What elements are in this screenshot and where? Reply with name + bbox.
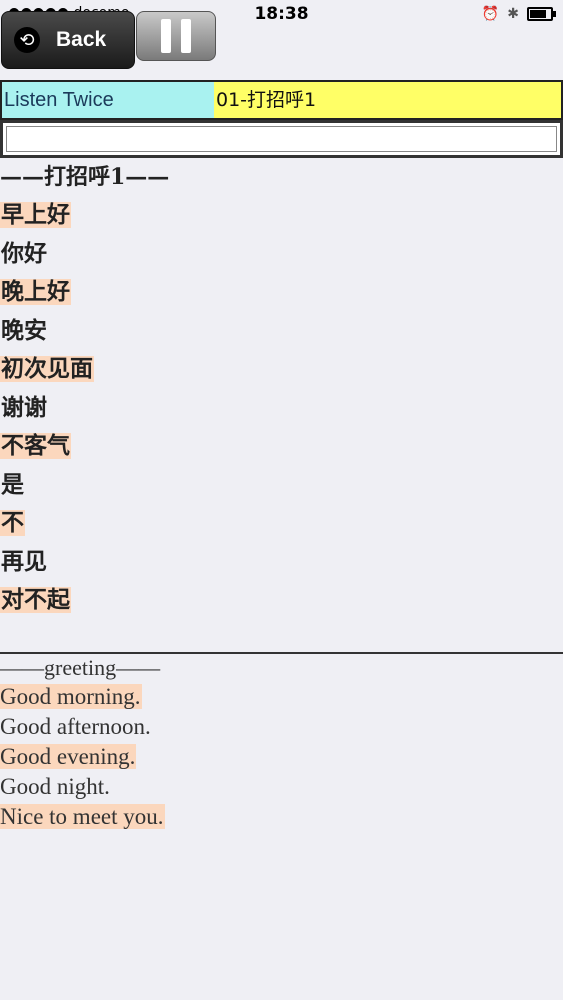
english-phrase-text: Nice to meet you.: [0, 804, 165, 829]
back-button[interactable]: ⟲ Back: [1, 11, 135, 69]
chinese-phrase-text: 你好: [1, 240, 47, 267]
chinese-phrase-text: 不: [0, 510, 25, 536]
chinese-phrase-text: 谢谢: [1, 394, 47, 421]
chinese-phrase-text: 晚安: [1, 317, 47, 344]
chinese-phrase-item[interactable]: 对不起: [0, 581, 563, 620]
back-circle-icon: ⟲: [14, 27, 40, 53]
english-phrase-text: Good evening.: [0, 744, 137, 769]
chinese-phrase-item[interactable]: 你好: [0, 235, 563, 274]
chinese-phrase-item[interactable]: 谢谢: [0, 389, 563, 428]
english-phrase-text: Good morning.: [0, 684, 142, 709]
bluetooth-icon: ✱: [507, 6, 519, 22]
chinese-phrase-item[interactable]: 初次见面: [0, 350, 563, 389]
alarm-icon: ⏰: [481, 6, 500, 22]
chinese-phrase-text: 再见: [1, 548, 47, 575]
pause-button[interactable]: [136, 11, 216, 61]
chinese-phrase-item[interactable]: 是: [0, 466, 563, 505]
chinese-phrase-item[interactable]: 晚上好: [0, 273, 563, 312]
pause-icon: [161, 19, 171, 53]
chinese-phrase-text: 不客气: [0, 433, 71, 459]
english-phrase-item[interactable]: Good morning.: [0, 682, 563, 712]
english-phrase-text: Good night.: [0, 774, 110, 799]
chinese-phrase-item[interactable]: 不: [0, 504, 563, 543]
back-button-label: Back: [56, 28, 107, 51]
mode-label[interactable]: Listen Twice: [2, 82, 214, 118]
mode-bar: Listen Twice 01-打招呼1: [0, 80, 563, 120]
chinese-phrase-item[interactable]: 不客气: [0, 427, 563, 466]
chinese-phrase-text: 晚上好: [0, 279, 71, 305]
chinese-phrase-text: 是: [1, 471, 24, 498]
english-phrase-text: Good afternoon.: [0, 714, 151, 739]
lesson-title[interactable]: 01-打招呼1: [214, 82, 561, 118]
chinese-phrase-text: 初次见面: [0, 356, 94, 382]
english-phrase-item[interactable]: Good evening.: [0, 742, 563, 772]
chinese-phrase-list: ——打招呼1—— 早上好你好晚上好晚安初次见面谢谢不客气是不再见对不起: [0, 160, 563, 620]
chinese-phrase-item[interactable]: 再见: [0, 543, 563, 582]
chinese-phrase-item[interactable]: 晚安: [0, 312, 563, 351]
english-phrase-list: ——greeting—— Good morning. Good afternoon…: [0, 654, 563, 832]
answer-input-field[interactable]: [6, 126, 557, 152]
chinese-phrase-text: 早上好: [0, 202, 71, 228]
english-phrase-item[interactable]: Nice to meet you.: [0, 802, 563, 832]
chinese-list-header: ——打招呼1——: [0, 164, 170, 190]
battery-icon: [527, 7, 556, 21]
english-phrase-item[interactable]: Good night.: [0, 772, 563, 802]
chinese-phrase-text: 对不起: [0, 587, 71, 613]
chinese-phrase-item[interactable]: 早上好: [0, 196, 563, 235]
status-icons: ⏰ ✱: [481, 6, 556, 22]
english-phrase-item[interactable]: Good afternoon.: [0, 712, 563, 742]
english-list-header: ——greeting——: [0, 655, 161, 680]
answer-input[interactable]: [0, 120, 563, 158]
